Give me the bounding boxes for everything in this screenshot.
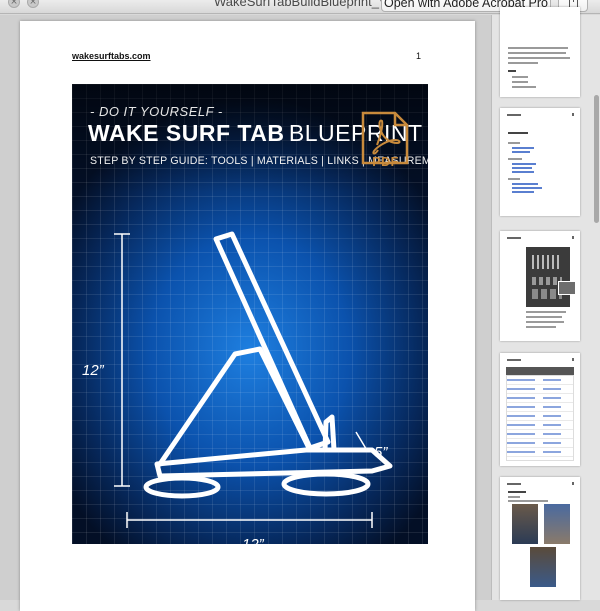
instruction-photo-3	[530, 547, 556, 587]
close-icon: ×	[29, 0, 37, 7]
page-thumbnail-4[interactable]	[500, 231, 580, 341]
suction-cup-right	[281, 471, 371, 497]
table-preview	[506, 375, 574, 461]
page-thumbnail-5[interactable]	[500, 353, 580, 466]
minimize-window-button[interactable]: ×	[27, 0, 39, 8]
tab-side-plate	[157, 346, 311, 467]
tab-base-plate	[154, 447, 393, 479]
page-thumbnail-6[interactable]	[500, 477, 580, 600]
thumbnail-sidebar[interactable]	[491, 7, 600, 600]
page-number: 1	[416, 51, 422, 61]
page-thumbnail-2[interactable]	[500, 7, 580, 97]
cover-image: - DO IT YOURSELF - WAKE SURF TAB BLUEPRI…	[72, 84, 428, 544]
window-title: WakeSurfTabBuildBlueprint_V3a	[214, 0, 403, 9]
materials-photo	[526, 247, 570, 307]
small-dimension-label: 5”	[374, 444, 388, 461]
document-view[interactable]: wakesurftabs.com 1 - DO IT YOURSELF - WA…	[0, 15, 491, 611]
pdf-page: wakesurftabs.com 1 - DO IT YOURSELF - WA…	[20, 21, 475, 611]
tab-handle	[322, 414, 337, 453]
instruction-photo-1	[512, 504, 538, 544]
tab-arm	[213, 231, 331, 451]
height-dimension-label: 12”	[82, 362, 104, 379]
close-window-button[interactable]: ×	[8, 0, 20, 8]
instruction-photo-2	[544, 504, 570, 544]
wake-surf-tab-diagram	[114, 231, 393, 528]
width-dimension-label: 12”	[242, 536, 264, 544]
site-link[interactable]: wakesurftabs.com	[72, 51, 151, 61]
close-icon: ×	[10, 0, 18, 7]
suction-cup-left	[143, 475, 221, 499]
page-thumbnail-3[interactable]	[500, 108, 580, 216]
sidebar-scroll-thumb[interactable]	[594, 95, 599, 223]
